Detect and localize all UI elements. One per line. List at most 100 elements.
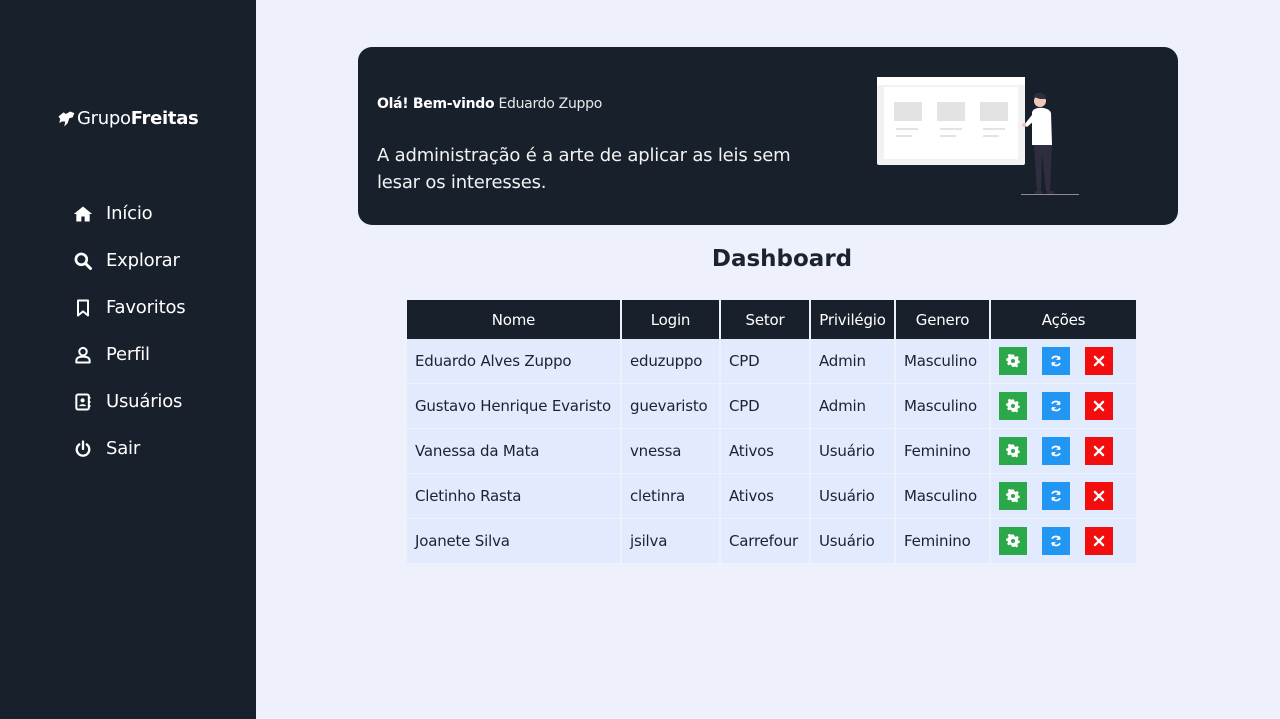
gear-icon [1006,444,1020,458]
table-row: Gustavo Henrique Evaristo guevaristo CPD… [407,384,1136,429]
column-header-setor: Setor [721,300,809,339]
search-icon [72,250,94,272]
users-table-body: Eduardo Alves Zuppo eduzuppo CPD Admin M… [407,339,1136,564]
page-title: Dashboard [711,246,853,272]
column-header-genero: Genero [896,300,989,339]
sidebar-item-label: Início [106,203,153,224]
user-icon [72,344,94,366]
refresh-icon [1051,355,1061,367]
cell-nome: Joanete Silva [407,519,620,564]
cell-login: guevaristo [622,384,719,429]
cell-acoes [991,429,1136,474]
dog-icon [58,111,75,126]
delete-button[interactable] [1085,392,1113,420]
sidebar: Grupo Freitas Início Explorar Favoritos P… [0,0,256,719]
cell-nome: Cletinho Rasta [407,474,620,519]
table-row: Cletinho Rasta cletinra Ativos Usuário M… [407,474,1136,519]
edit-button[interactable] [999,527,1027,555]
cell-nome: Vanessa da Mata [407,429,620,474]
close-icon [1093,355,1105,367]
sidebar-item-favoritos[interactable]: Favoritos [72,284,186,331]
bookmark-icon [72,297,94,319]
sidebar-item-label: Perfil [106,344,150,365]
cell-genero: Masculino [896,474,989,519]
cell-setor: CPD [721,339,809,384]
cell-setor: Ativos [721,429,809,474]
logo[interactable]: Grupo Freitas [56,108,199,129]
column-header-privilegio: Privilégio [811,300,894,339]
sidebar-item-label: Favoritos [106,297,186,318]
welcome-banner: Olá! Bem-vindo Eduardo Zuppo A administr… [358,47,1178,225]
column-header-acoes: Ações [991,300,1136,339]
cell-privilegio: Admin [811,339,894,384]
cell-nome: Eduardo Alves Zuppo [407,339,620,384]
cell-genero: Masculino [896,384,989,429]
table-row: Joanete Silva jsilva Carrefour Usuário F… [407,519,1136,564]
sidebar-item-perfil[interactable]: Perfil [72,331,185,378]
gear-icon [1006,489,1020,503]
refresh-button[interactable] [1042,437,1070,465]
greeting: Olá! Bem-vindo Eduardo Zuppo [377,96,602,112]
cell-genero: Feminino [896,519,989,564]
edit-button[interactable] [999,392,1027,420]
edit-button[interactable] [999,482,1027,510]
delete-button[interactable] [1085,482,1113,510]
close-icon [1093,400,1105,412]
delete-button[interactable] [1085,527,1113,555]
sidebar-item-label: Usuários [106,391,183,412]
edit-button[interactable] [999,437,1027,465]
sidebar-item-label: Sair [106,438,141,459]
users-table: Nome Login Setor Privilégio Genero Ações… [405,300,1138,564]
logo-text-light: Grupo [77,108,131,129]
greeting-label: Olá! Bem-vindo [377,96,495,112]
banner-quote: A administração é a arte de aplicar as l… [377,145,791,193]
refresh-button[interactable] [1042,347,1070,375]
cell-login: jsilva [622,519,719,564]
cell-privilegio: Usuário [811,474,894,519]
refresh-button[interactable] [1042,527,1070,555]
cell-login: vnessa [622,429,719,474]
refresh-button[interactable] [1042,392,1070,420]
refresh-button[interactable] [1042,482,1070,510]
cell-setor: Ativos [721,474,809,519]
power-icon [72,438,94,460]
cell-acoes [991,339,1136,384]
cell-genero: Feminino [896,429,989,474]
close-icon [1093,445,1105,457]
sidebar-item-inicio[interactable]: Início [72,190,185,237]
edit-button[interactable] [999,347,1027,375]
delete-button[interactable] [1085,437,1113,465]
cell-setor: Carrefour [721,519,809,564]
cell-privilegio: Usuário [811,429,894,474]
cell-privilegio: Usuário [811,519,894,564]
delete-button[interactable] [1085,347,1113,375]
presentation-illustration [877,77,1079,195]
cell-setor: CPD [721,384,809,429]
refresh-icon [1051,445,1061,457]
home-icon [72,203,94,225]
column-header-login: Login [622,300,719,339]
close-icon [1093,535,1105,547]
refresh-icon [1051,535,1061,547]
table-header-row: Nome Login Setor Privilégio Genero Ações [407,300,1136,339]
sidebar-item-explorar[interactable]: Explorar [72,237,185,284]
table-row: Vanessa da Mata vnessa Ativos Usuário Fe… [407,429,1136,474]
table-row: Eduardo Alves Zuppo eduzuppo CPD Admin M… [407,339,1136,384]
sidebar-item-sair[interactable]: Sair [72,425,185,472]
cell-privilegio: Admin [811,384,894,429]
cell-acoes [991,384,1136,429]
sidebar-item-label: Explorar [106,250,180,271]
refresh-icon [1051,400,1061,412]
cell-nome: Gustavo Henrique Evaristo [407,384,620,429]
column-header-nome: Nome [407,300,620,339]
sidebar-item-usuarios[interactable]: Usuários [72,378,185,425]
cell-acoes [991,519,1136,564]
gear-icon [1006,354,1020,368]
cell-login: cletinra [622,474,719,519]
cell-genero: Masculino [896,339,989,384]
address-book-icon [72,391,94,413]
logo-text-bold: Freitas [130,108,199,129]
refresh-icon [1051,490,1061,502]
user-name: Eduardo Zuppo [498,96,602,112]
gear-icon [1006,534,1020,548]
